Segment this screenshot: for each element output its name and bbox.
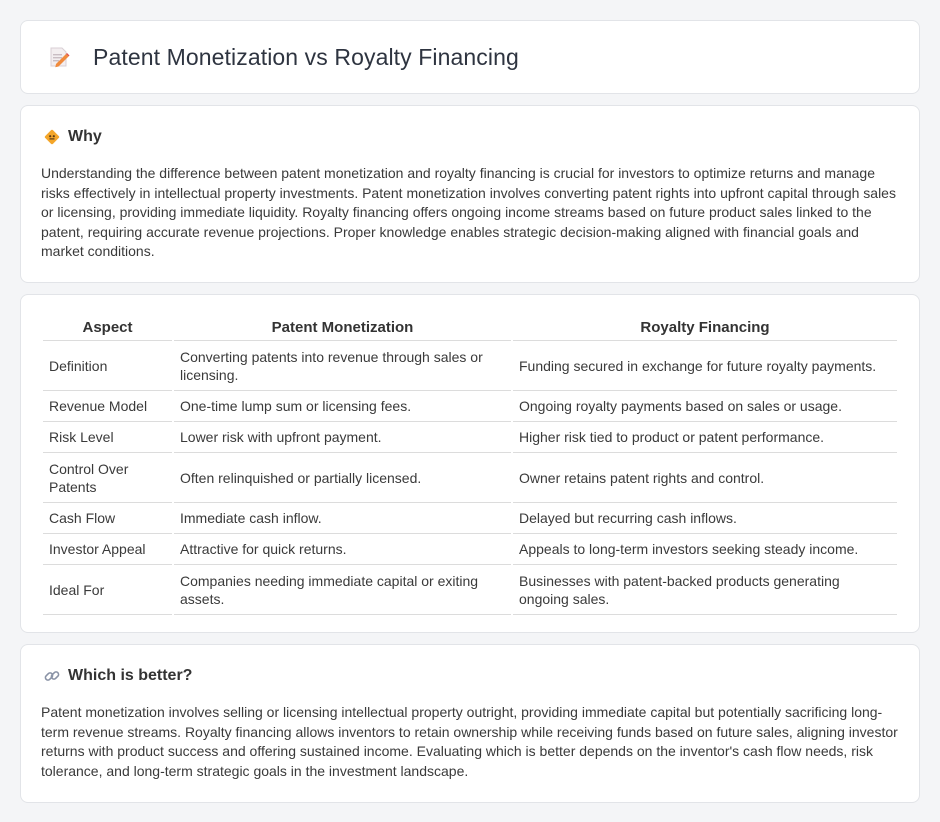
table-cell-rf: Appeals to long-term investors seeking s… <box>513 534 897 565</box>
header-patent-monetization: Patent Monetization <box>174 313 511 341</box>
why-section: Why Understanding the difference between… <box>20 105 920 283</box>
diamond-sign-icon <box>43 128 61 146</box>
table-cell-rf: Owner retains patent rights and control. <box>513 453 897 503</box>
table-row: Investor AppealAttractive for quick retu… <box>43 534 897 565</box>
why-heading: Why <box>41 128 899 146</box>
table-row: Revenue ModelOne-time lump sum or licens… <box>43 391 897 422</box>
table-cell-pm: Companies needing immediate capital or e… <box>174 565 511 615</box>
table-cell-aspect: Revenue Model <box>43 391 172 422</box>
better-text: Patent monetization involves selling or … <box>41 703 899 781</box>
header-card: Patent Monetization vs Royalty Financing <box>20 20 920 94</box>
comparison-table-card: Aspect Patent Monetization Royalty Finan… <box>20 294 920 633</box>
better-heading: Which is better? <box>41 667 899 685</box>
table-cell-rf: Higher risk tied to product or patent pe… <box>513 422 897 453</box>
table-cell-aspect: Control Over Patents <box>43 453 172 503</box>
table-cell-rf: Businesses with patent-backed products g… <box>513 565 897 615</box>
table-cell-aspect: Ideal For <box>43 565 172 615</box>
table-row: Cash FlowImmediate cash inflow.Delayed b… <box>43 503 897 534</box>
header-aspect: Aspect <box>43 313 172 341</box>
table-cell-rf: Delayed but recurring cash inflows. <box>513 503 897 534</box>
which-better-section: Which is better? Patent monetization inv… <box>20 644 920 803</box>
table-cell-pm: Immediate cash inflow. <box>174 503 511 534</box>
table-cell-pm: Converting patents into revenue through … <box>174 341 511 391</box>
table-cell-aspect: Risk Level <box>43 422 172 453</box>
table-row: Ideal ForCompanies needing immediate cap… <box>43 565 897 615</box>
table-row: Risk LevelLower risk with upfront paymen… <box>43 422 897 453</box>
table-cell-pm: Attractive for quick returns. <box>174 534 511 565</box>
why-text: Understanding the difference between pat… <box>41 164 899 262</box>
table-cell-aspect: Investor Appeal <box>43 534 172 565</box>
comparison-table: Aspect Patent Monetization Royalty Finan… <box>41 313 899 615</box>
header-royalty-financing: Royalty Financing <box>513 313 897 341</box>
table-header-row: Aspect Patent Monetization Royalty Finan… <box>43 313 897 341</box>
table-cell-pm: One-time lump sum or licensing fees. <box>174 391 511 422</box>
better-heading-label: Which is better? <box>68 667 192 685</box>
why-heading-label: Why <box>68 128 102 146</box>
table-cell-pm: Lower risk with upfront payment. <box>174 422 511 453</box>
table-row: DefinitionConverting patents into revenu… <box>43 341 897 391</box>
table-cell-aspect: Cash Flow <box>43 503 172 534</box>
table-cell-rf: Funding secured in exchange for future r… <box>513 341 897 391</box>
table-cell-rf: Ongoing royalty payments based on sales … <box>513 391 897 422</box>
link-icon <box>43 667 61 685</box>
table-cell-pm: Often relinquished or partially licensed… <box>174 453 511 503</box>
memo-pencil-icon <box>47 45 71 69</box>
table-row: Control Over PatentsOften relinquished o… <box>43 453 897 503</box>
page-title: Patent Monetization vs Royalty Financing <box>93 44 519 71</box>
table-cell-aspect: Definition <box>43 341 172 391</box>
